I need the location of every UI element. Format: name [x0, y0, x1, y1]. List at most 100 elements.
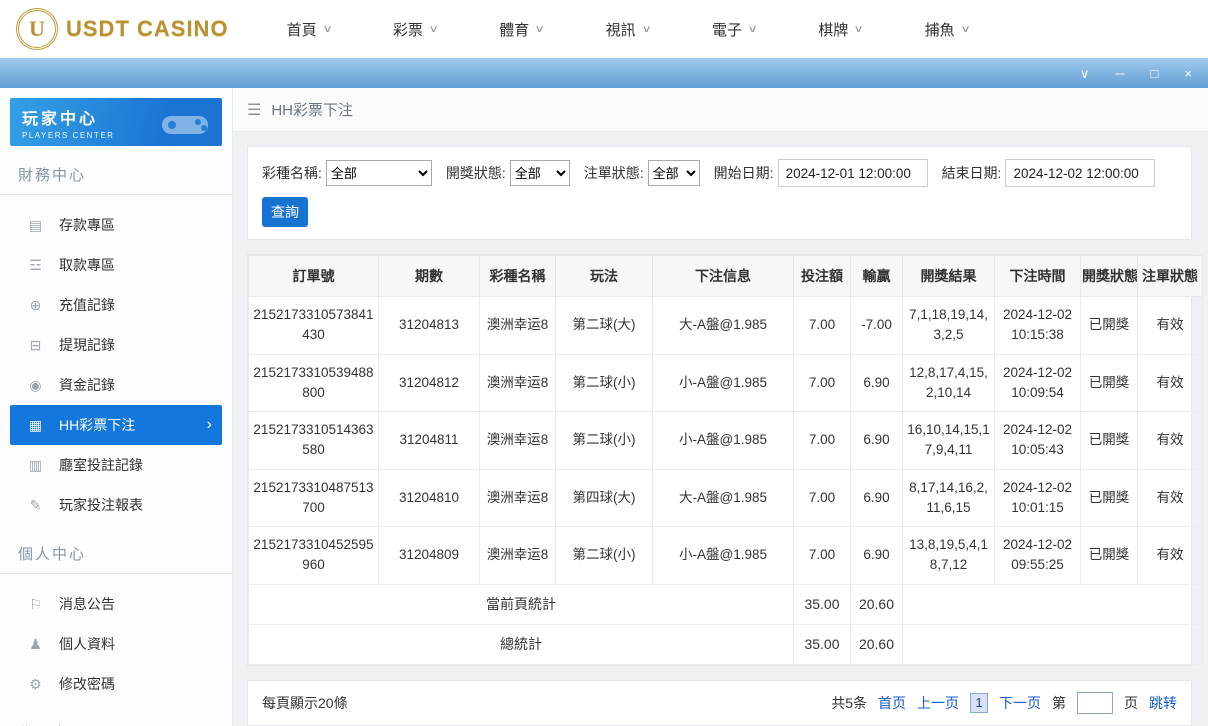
- player-center-banner: 玩家中心 PLAYERS CENTER: [10, 98, 222, 146]
- gamepad-icon: [162, 116, 208, 134]
- hall-bet-record-icon: ▥: [28, 456, 43, 473]
- cell-play: 第二球(小): [555, 526, 653, 585]
- bets-table: 訂單號 期數 彩種名稱 玩法 下注信息 投注額 輸贏 開獎結果 下注時間 開獎狀…: [248, 255, 1203, 665]
- nav-item-lottery[interactable]: 彩票 ∨: [392, 19, 439, 40]
- sidebar-item-label: 個人資料: [59, 636, 115, 652]
- start-date-input[interactable]: [777, 159, 928, 187]
- sidebar-item-profile[interactable]: ♟ 個人資料: [10, 624, 222, 664]
- lottery-name-select[interactable]: 全部: [325, 160, 432, 186]
- cell-order: 2152173310487513700: [248, 468, 379, 527]
- sidebar-item-label: 資金記錄: [59, 377, 115, 393]
- sidebar-item-label: 取款專區: [59, 257, 115, 273]
- nav-label: 首頁: [286, 21, 317, 39]
- end-date-label: 結束日期:: [941, 165, 1002, 181]
- col-time: 下注時間: [994, 255, 1081, 297]
- nav-label: 捕魚: [924, 21, 955, 39]
- cell-amount: 7.00: [793, 468, 851, 527]
- cell-amount: 7.00: [793, 353, 851, 412]
- chevron-down-icon: ∨: [534, 23, 546, 35]
- cell-order: 2152173310514363580: [248, 411, 379, 470]
- collapse-icon[interactable]: ∨: [1080, 67, 1090, 80]
- sidebar-item-withdraw[interactable]: ☲ 取款專區: [10, 245, 222, 285]
- summary-empty: [902, 583, 1203, 625]
- nav-item-slots[interactable]: 電子 ∨: [711, 19, 758, 40]
- sidebar-item-funds-record[interactable]: ◉ 資金記錄: [10, 365, 222, 405]
- chevron-down-icon: ∨: [428, 23, 439, 35]
- nav-item-home[interactable]: 首頁 ∨: [286, 19, 333, 40]
- summary-row-current-page: 當前頁統計 35.00 20.60: [248, 583, 1203, 625]
- cell-draw-status: 已開獎: [1080, 353, 1138, 412]
- main-nav: 首頁 ∨ 彩票 ∨ 體育 ∨ 視訊 ∨ 電子 ∨ 棋牌 ∨ 捕魚 ∨: [286, 19, 971, 40]
- chevron-down-icon: ∨: [322, 23, 333, 35]
- sidebar-item-announcements[interactable]: ⚐ 消息公告: [10, 584, 222, 624]
- top-header: U USDT CASINO 首頁 ∨ 彩票 ∨ 體育 ∨ 視訊 ∨ 電子 ∨ 棋…: [0, 0, 1208, 58]
- cell-draw-status: 已開獎: [1080, 526, 1138, 585]
- cell-play: 第二球(小): [555, 353, 653, 412]
- lottery-bet-icon: ▦: [28, 416, 43, 433]
- sidebar-item-withdraw-record[interactable]: ⊟ 提現記錄: [10, 325, 222, 365]
- sidebar-item-recharge-record[interactable]: ⊕ 充值記錄: [10, 285, 222, 325]
- col-order: 訂單號: [248, 255, 379, 297]
- col-bet-status: 注單狀態: [1137, 255, 1203, 297]
- nav-item-video[interactable]: 視訊 ∨: [606, 19, 652, 40]
- next-page-link[interactable]: 下一页: [999, 693, 1041, 713]
- first-page-link[interactable]: 首页: [878, 693, 906, 713]
- cell-time: 2024-12-02 10:05:43: [994, 411, 1081, 470]
- bet-report-icon: ✎: [29, 496, 42, 513]
- cell-winloss: 6.90: [850, 526, 903, 585]
- nav-label: 體育: [499, 21, 530, 39]
- summary-amount: 35.00: [793, 583, 851, 625]
- cell-result: 7,1,18,19,14,3,2,5: [902, 296, 995, 355]
- section-title-finance: 財務中心: [0, 150, 232, 195]
- nav-item-sports[interactable]: 體育 ∨: [499, 19, 546, 40]
- chevron-down-icon: ∨: [641, 23, 652, 35]
- prev-page-link[interactable]: 上一页: [917, 693, 959, 713]
- bet-status-select[interactable]: 全部: [647, 160, 700, 186]
- sidebar-item-hall-bet-record[interactable]: ▥ 廳室投註記錄: [10, 445, 222, 485]
- cell-draw-status: 已開獎: [1080, 468, 1138, 527]
- sidebar-item-deposit[interactable]: ▤ 存款專區: [10, 205, 222, 245]
- cell-bet-status: 有效: [1137, 296, 1203, 355]
- cell-play: 第二球(小): [555, 411, 653, 470]
- sidebar-item-player-bet-report[interactable]: ✎ 玩家投注報表: [10, 485, 222, 525]
- cell-winloss: 6.90: [850, 411, 903, 470]
- lottery-name-label: 彩種名稱:: [262, 165, 322, 181]
- summary-winloss: 20.60: [850, 623, 903, 665]
- jump-label-post: 页: [1124, 694, 1138, 711]
- sidebar-item-label: HH彩票下注: [59, 417, 136, 433]
- minimize-icon[interactable]: ─: [1115, 67, 1124, 80]
- start-date-label: 開始日期:: [713, 165, 774, 181]
- finance-menu: ▤ 存款專區 ☲ 取款專區 ⊕ 充值記錄 ⊟ 提現記錄 ◉ 資金記錄 ▦ HH彩…: [0, 195, 232, 529]
- table-row: 2152173310452595960 31204809 澳洲幸运8 第二球(小…: [248, 526, 1203, 585]
- draw-status-label: 開獎狀態:: [445, 165, 506, 181]
- table-row: 2152173310487513700 31204810 澳洲幸运8 第四球(大…: [248, 468, 1203, 527]
- cell-lottery: 澳洲幸运8: [479, 468, 556, 527]
- nav-label: 彩票: [392, 21, 423, 39]
- page-jump-input[interactable]: [1077, 691, 1113, 714]
- sidebar-item-label: 廳室投註記錄: [59, 457, 143, 473]
- summary-label: 總統計: [248, 623, 794, 665]
- draw-status-select[interactable]: 全部: [509, 160, 570, 186]
- sidebar-item-label: 玩家投注報表: [59, 497, 143, 513]
- search-button[interactable]: 查詢: [262, 197, 308, 227]
- section-title-agent: 代理中心: [0, 708, 232, 726]
- cell-bet-status: 有效: [1137, 353, 1203, 412]
- sidebar: 玩家中心 PLAYERS CENTER 財務中心 ▤ 存款專區 ☲ 取款專區 ⊕…: [0, 88, 233, 726]
- col-play: 玩法: [555, 255, 653, 297]
- cell-bet-status: 有效: [1137, 411, 1203, 470]
- close-icon[interactable]: ×: [1184, 67, 1192, 80]
- page-size-label: 每頁顯示20條: [262, 694, 348, 711]
- sidebar-item-change-password[interactable]: ⚙ 修改密碼: [10, 664, 222, 704]
- nav-item-cards[interactable]: 棋牌 ∨: [818, 19, 864, 40]
- nav-item-fishing[interactable]: 捕魚 ∨: [924, 19, 971, 40]
- maximize-icon[interactable]: □: [1151, 67, 1159, 80]
- menu-icon[interactable]: ☰: [247, 100, 261, 120]
- end-date-input[interactable]: [1005, 159, 1156, 187]
- nav-label: 電子: [711, 21, 742, 39]
- current-page-badge[interactable]: 1: [970, 692, 988, 713]
- jump-button[interactable]: 跳转: [1149, 693, 1177, 713]
- table-header-row: 訂單號 期數 彩種名稱 玩法 下注信息 投注額 輸贏 開獎結果 下注時間 開獎狀…: [248, 255, 1203, 297]
- cell-time: 2024-12-02 10:09:54: [994, 353, 1081, 412]
- sidebar-item-hh-lottery-bets[interactable]: ▦ HH彩票下注 ›: [10, 405, 222, 445]
- cell-result: 13,8,19,5,4,18,7,12: [902, 526, 995, 585]
